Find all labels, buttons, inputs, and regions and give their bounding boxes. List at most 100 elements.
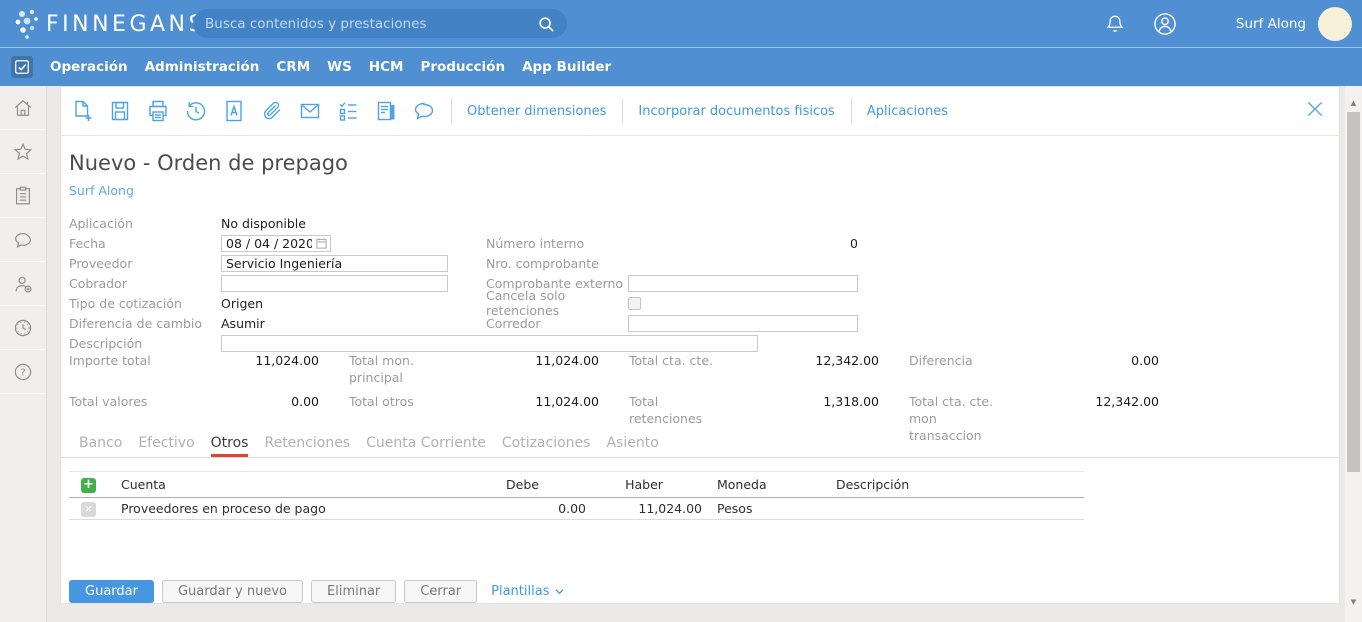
- tab-otros[interactable]: Otros: [211, 431, 249, 457]
- column-header-cuenta: Cuenta: [109, 477, 459, 492]
- detail-tabs: Banco Efectivo Otros Retenciones Cuenta …: [61, 431, 1339, 458]
- cerrar-button[interactable]: Cerrar: [404, 580, 477, 603]
- total-diferencia: Diferencia 0.00: [909, 353, 1159, 387]
- guardar-y-nuevo-button[interactable]: Guardar y nuevo: [162, 580, 303, 603]
- field-label: Descripción: [69, 336, 221, 351]
- tab-efectivo[interactable]: Efectivo: [138, 431, 194, 457]
- new-document-button[interactable]: [70, 99, 94, 123]
- document-toolbar: Obtener dimensiones Incorporar documento…: [61, 87, 1339, 136]
- fecha-input[interactable]: [221, 235, 331, 252]
- descripcion-input[interactable]: [221, 335, 758, 352]
- comment-button[interactable]: [412, 99, 436, 123]
- person-add-icon: [12, 273, 34, 295]
- column-header-haber: Haber: [586, 477, 702, 492]
- attachment-button[interactable]: [260, 99, 284, 123]
- notifications-bell-icon[interactable]: [1104, 13, 1126, 35]
- total-mon-principal: Total mon. principal 11,024.00: [349, 353, 599, 387]
- email-button[interactable]: [298, 99, 322, 123]
- eliminar-button[interactable]: Eliminar: [311, 580, 396, 603]
- field-label: Proveedor: [69, 256, 221, 271]
- format-text-button[interactable]: [222, 99, 246, 123]
- comprobante-externo-input[interactable]: [628, 275, 858, 292]
- sidebar-item-recent[interactable]: [0, 306, 46, 350]
- sidebar-item-messages[interactable]: [0, 218, 46, 262]
- nav-item-administracion[interactable]: Administración: [145, 59, 260, 75]
- search-icon[interactable]: [537, 15, 555, 33]
- new-document-icon: [70, 99, 94, 123]
- field-label: Diferencia de cambio: [69, 316, 221, 331]
- close-icon[interactable]: [1305, 99, 1325, 119]
- field-label: Cobrador: [69, 276, 221, 291]
- plantillas-label: Plantillas: [491, 584, 549, 599]
- sidebar-item-favorites[interactable]: [0, 130, 46, 174]
- tab-asiento[interactable]: Asiento: [606, 431, 658, 457]
- delete-row-icon[interactable]: ✕: [81, 502, 96, 517]
- brand-logo[interactable]: FINNEGANS: [12, 5, 206, 43]
- table-header-row: + Cuenta Debe Haber Moneda Descripción: [69, 472, 1084, 498]
- link-obtener-dimensiones[interactable]: Obtener dimensiones: [452, 104, 621, 119]
- scroll-up-arrow[interactable]: ▲: [1345, 96, 1362, 110]
- header-actions: Surf Along: [1104, 0, 1352, 47]
- corredor-input[interactable]: [628, 315, 858, 332]
- cobrador-input[interactable]: [221, 275, 448, 292]
- total-label: Diferencia: [909, 353, 1013, 387]
- cell-haber: 11,024.00: [586, 501, 702, 516]
- menu-toggle-icon[interactable]: [11, 56, 33, 78]
- field-label: Aplicación: [69, 216, 221, 231]
- field-cancela-solo-retenciones: Cancela solo retenciones: [486, 293, 858, 313]
- print-button[interactable]: [146, 99, 170, 123]
- total-label: Total cta. cte.: [629, 353, 733, 387]
- total-label: Importe total: [69, 353, 173, 387]
- chat-bubble-icon: [12, 229, 34, 251]
- finnegans-app: FINNEGANS Surf Along: [0, 0, 1362, 622]
- account-icon[interactable]: [1152, 11, 1178, 37]
- tab-banco[interactable]: Banco: [79, 431, 122, 457]
- nav-item-produccion[interactable]: Producción: [420, 59, 505, 75]
- checklist-button[interactable]: [336, 99, 360, 123]
- sidebar-item-contacts[interactable]: [0, 262, 46, 306]
- home-icon: [12, 97, 34, 119]
- tab-retenciones[interactable]: Retenciones: [264, 431, 350, 457]
- cancela-retenciones-checkbox[interactable]: [628, 297, 641, 310]
- report-icon: [374, 99, 398, 123]
- nav-item-operacion[interactable]: Operación: [50, 59, 128, 75]
- field-label: Nro. comprobante: [486, 256, 628, 271]
- search-input[interactable]: [205, 16, 537, 32]
- sidebar-item-help[interactable]: ?: [0, 350, 46, 394]
- link-aplicaciones[interactable]: Aplicaciones: [852, 104, 963, 119]
- vertical-scrollbar[interactable]: ▲ ▼: [1345, 86, 1362, 622]
- column-header-descripcion: Descripción: [817, 477, 1084, 492]
- cell-debe: 0.00: [459, 501, 586, 516]
- plantillas-dropdown[interactable]: Plantillas: [491, 584, 565, 599]
- main-nav: Operación Administración CRM WS HCM Prod…: [0, 47, 1362, 86]
- scrollbar-thumb[interactable]: [1347, 112, 1360, 472]
- nav-item-crm[interactable]: CRM: [276, 59, 310, 75]
- proveedor-input[interactable]: [221, 255, 448, 272]
- sidebar-item-home[interactable]: [0, 86, 46, 130]
- nav-item-hcm[interactable]: HCM: [369, 59, 404, 75]
- user-name[interactable]: Surf Along: [1236, 16, 1306, 32]
- company-link[interactable]: Surf Along: [69, 183, 134, 198]
- field-value: Asumir: [221, 316, 265, 331]
- add-row-icon[interactable]: +: [81, 478, 96, 493]
- scroll-down-arrow[interactable]: ▼: [1345, 595, 1362, 609]
- report-button[interactable]: [374, 99, 398, 123]
- nav-item-ws[interactable]: WS: [327, 59, 352, 75]
- totals-row-1: Importe total 11,024.00 Total mon. princ…: [69, 353, 1159, 387]
- tab-cotizaciones[interactable]: Cotizaciones: [502, 431, 591, 457]
- page-title: Nuevo - Orden de prepago: [69, 151, 348, 175]
- print-icon: [146, 99, 170, 123]
- envelope-icon: [298, 99, 322, 123]
- guardar-button[interactable]: Guardar: [69, 580, 154, 603]
- total-cta-cte: Total cta. cte. 12,342.00: [629, 353, 879, 387]
- sidebar-item-tasks[interactable]: [0, 174, 46, 218]
- link-incorporar-documentos[interactable]: Incorporar documentos fisicos: [623, 104, 849, 119]
- nav-item-app-builder[interactable]: App Builder: [522, 59, 611, 75]
- history-button[interactable]: [184, 99, 208, 123]
- field-value: No disponible: [221, 216, 306, 231]
- star-icon: [12, 141, 34, 163]
- document-panel: Obtener dimensiones Incorporar documento…: [60, 86, 1340, 604]
- avatar[interactable]: [1318, 7, 1352, 41]
- tab-cuenta-corriente[interactable]: Cuenta Corriente: [366, 431, 486, 457]
- save-button[interactable]: [108, 99, 132, 123]
